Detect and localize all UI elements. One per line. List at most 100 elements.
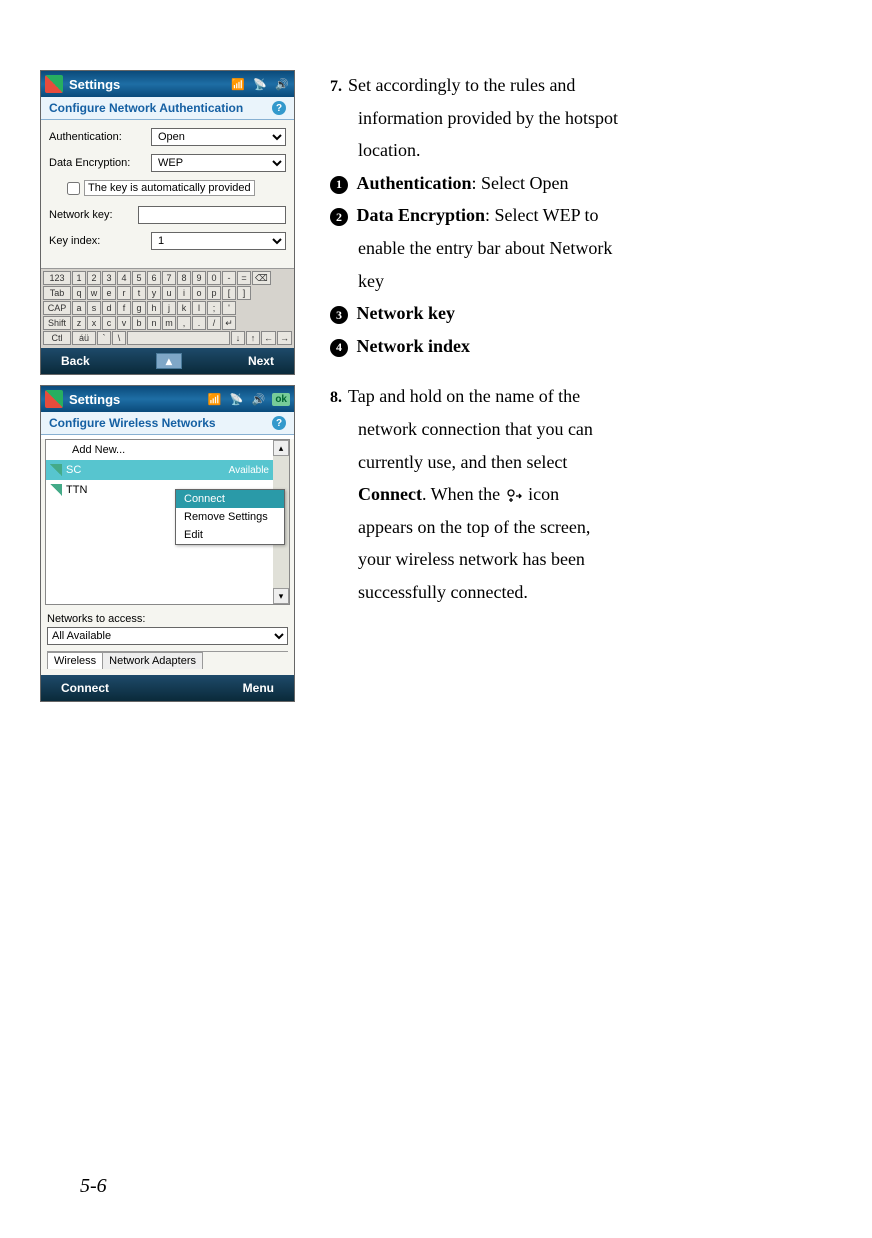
ctx-remove-settings[interactable]: Remove Settings bbox=[176, 508, 284, 526]
key-/[interactable]: / bbox=[207, 316, 221, 330]
key-t[interactable]: t bbox=[132, 286, 146, 300]
key-3[interactable]: 3 bbox=[102, 271, 116, 285]
titlebar: Settings 📶 📡 🔊 bbox=[41, 71, 294, 97]
key-y[interactable]: y bbox=[147, 286, 161, 300]
kbd-row-3: CAPasdfghjkl;' bbox=[43, 301, 292, 315]
networkkey-label: Network key: bbox=[49, 209, 138, 221]
network-item-sc[interactable]: SC Available bbox=[46, 460, 273, 480]
menu-softkey[interactable]: Menu bbox=[243, 681, 274, 695]
connect-softkey[interactable]: Connect bbox=[61, 681, 109, 695]
titlebar-2: Settings 📶 📡 🔊 ok bbox=[41, 386, 294, 412]
key-g[interactable]: g bbox=[132, 301, 146, 315]
key-Shift[interactable]: Shift bbox=[43, 316, 71, 330]
key-8[interactable]: 8 bbox=[177, 271, 191, 285]
key-CAP[interactable]: CAP bbox=[43, 301, 71, 315]
key-q[interactable]: q bbox=[72, 286, 86, 300]
step-7-number: 7. bbox=[330, 78, 342, 95]
key-,[interactable]: , bbox=[177, 316, 191, 330]
key-`[interactable]: ` bbox=[97, 331, 111, 345]
authentication-select[interactable]: Open bbox=[151, 128, 286, 146]
key-0[interactable]: 0 bbox=[207, 271, 221, 285]
step-8-number: 8. bbox=[330, 389, 342, 406]
tab-network-adapters[interactable]: Network Adapters bbox=[102, 652, 203, 669]
ok-button[interactable]: ok bbox=[272, 393, 290, 406]
key-=[interactable]: = bbox=[237, 271, 251, 285]
ctx-connect[interactable]: Connect bbox=[176, 490, 284, 508]
key-\[interactable]: \ bbox=[112, 331, 126, 345]
key-v[interactable]: v bbox=[117, 316, 131, 330]
key-r[interactable]: r bbox=[117, 286, 131, 300]
bullet-4-icon: 4 bbox=[330, 339, 348, 357]
key-k[interactable]: k bbox=[177, 301, 191, 315]
kbd-row-5: Ctláü`\ ↓↑←→ bbox=[43, 331, 292, 345]
key-[[interactable]: [ bbox=[222, 286, 236, 300]
instruction-text: 7.Set accordingly to the rules and infor… bbox=[330, 70, 832, 702]
ctx-edit[interactable]: Edit bbox=[176, 526, 284, 544]
key-e[interactable]: e bbox=[102, 286, 116, 300]
encryption-label: Data Encryption: bbox=[49, 157, 151, 169]
add-new-item[interactable]: Add New... bbox=[46, 440, 273, 460]
key-b[interactable]: b bbox=[132, 316, 146, 330]
windows-logo-icon bbox=[45, 390, 63, 408]
key-;[interactable]: ; bbox=[207, 301, 221, 315]
key-↵[interactable]: ↵ bbox=[222, 316, 236, 330]
key-5[interactable]: 5 bbox=[132, 271, 146, 285]
key-6[interactable]: 6 bbox=[147, 271, 161, 285]
scroll-down-button[interactable]: ▾ bbox=[273, 588, 289, 604]
key-][interactable]: ] bbox=[237, 286, 251, 300]
keyindex-label: Key index: bbox=[49, 235, 151, 247]
key-9[interactable]: 9 bbox=[192, 271, 206, 285]
key-←[interactable]: ← bbox=[261, 331, 276, 345]
signal-bars-icon bbox=[50, 484, 62, 496]
key-u[interactable]: u bbox=[162, 286, 176, 300]
autokey-label: The key is automatically provided bbox=[84, 180, 255, 196]
key-p[interactable]: p bbox=[207, 286, 221, 300]
autokey-checkbox[interactable] bbox=[67, 182, 80, 195]
key-space[interactable] bbox=[127, 331, 230, 345]
speaker-icon: 🔊 bbox=[250, 391, 266, 407]
key-d[interactable]: d bbox=[102, 301, 116, 315]
key-w[interactable]: w bbox=[87, 286, 101, 300]
key-2[interactable]: 2 bbox=[87, 271, 101, 285]
key-→[interactable]: → bbox=[277, 331, 292, 345]
key-n[interactable]: n bbox=[147, 316, 161, 330]
key-z[interactable]: z bbox=[72, 316, 86, 330]
tab-wireless[interactable]: Wireless bbox=[47, 652, 103, 669]
key-Tab[interactable]: Tab bbox=[43, 286, 71, 300]
key-a[interactable]: a bbox=[72, 301, 86, 315]
key-m[interactable]: m bbox=[162, 316, 176, 330]
key-f[interactable]: f bbox=[117, 301, 131, 315]
key-x[interactable]: x bbox=[87, 316, 101, 330]
key-j[interactable]: j bbox=[162, 301, 176, 315]
key-i[interactable]: i bbox=[177, 286, 191, 300]
key-4[interactable]: 4 bbox=[117, 271, 131, 285]
key-l[interactable]: l bbox=[192, 301, 206, 315]
key-s[interactable]: s bbox=[87, 301, 101, 315]
scroll-up-button[interactable]: ▴ bbox=[273, 440, 289, 456]
networks-to-access-select[interactable]: All Available bbox=[47, 627, 288, 645]
key-↑[interactable]: ↑ bbox=[246, 331, 260, 345]
key-Ctl[interactable]: Ctl bbox=[43, 331, 71, 345]
key--[interactable]: - bbox=[222, 271, 236, 285]
key-o[interactable]: o bbox=[192, 286, 206, 300]
networkkey-input[interactable] bbox=[138, 206, 286, 224]
help-icon[interactable]: ? bbox=[272, 416, 286, 430]
help-icon[interactable]: ? bbox=[272, 101, 286, 115]
softkey-bar-2: Connect Menu bbox=[41, 675, 294, 701]
key-'[interactable]: ' bbox=[222, 301, 236, 315]
key-⌫[interactable]: ⌫ bbox=[252, 271, 271, 285]
key-↓[interactable]: ↓ bbox=[231, 331, 245, 345]
encryption-select[interactable]: WEP bbox=[151, 154, 286, 172]
key-c[interactable]: c bbox=[102, 316, 116, 330]
key-áü[interactable]: áü bbox=[72, 331, 96, 345]
soft-keyboard[interactable]: 1231234567890-=⌫ Tabqwertyuiop[] CAPasdf… bbox=[41, 268, 294, 348]
sip-toggle-icon[interactable]: ▴ bbox=[156, 353, 182, 369]
keyindex-select[interactable]: 1 bbox=[151, 232, 286, 250]
key-.[interactable]: . bbox=[192, 316, 206, 330]
key-7[interactable]: 7 bbox=[162, 271, 176, 285]
next-softkey[interactable]: Next bbox=[248, 354, 274, 368]
key-123[interactable]: 123 bbox=[43, 271, 71, 285]
back-softkey[interactable]: Back bbox=[61, 354, 90, 368]
key-h[interactable]: h bbox=[147, 301, 161, 315]
key-1[interactable]: 1 bbox=[72, 271, 86, 285]
